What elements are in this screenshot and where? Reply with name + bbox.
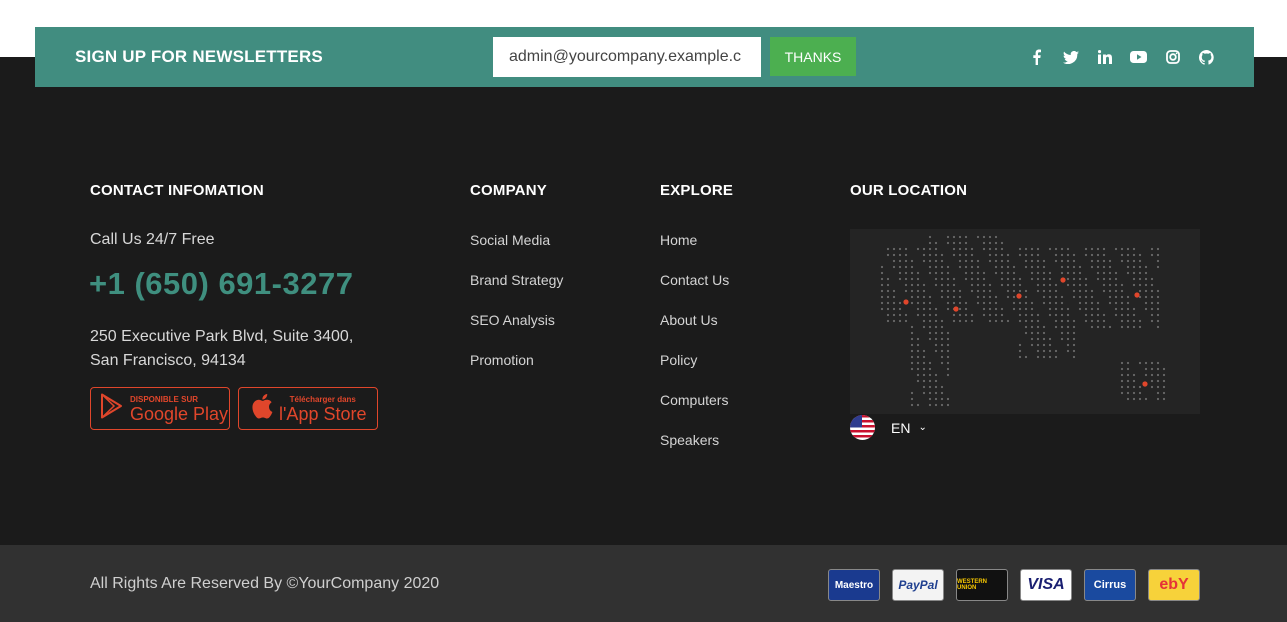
newsletter-title: SIGN UP FOR NEWSLETTERS (75, 47, 323, 66)
location-marker (903, 299, 909, 305)
company-link[interactable]: Brand Strategy (470, 272, 563, 312)
linkedin-icon[interactable] (1095, 48, 1114, 67)
language-label: EN (891, 419, 911, 436)
company-link[interactable]: Promotion (470, 352, 563, 392)
us-flag-icon (850, 415, 875, 440)
payment-label: PayPal (898, 578, 938, 592)
payment-label: Cirrus (1093, 579, 1127, 591)
explore-link[interactable]: Computers (660, 392, 729, 432)
newsletter-bar: SIGN UP FOR NEWSLETTERS THANKS (35, 27, 1254, 87)
phone-number[interactable]: +1 (650) 691-3277 (89, 266, 353, 302)
explore-link[interactable]: Home (660, 232, 729, 272)
company-links: Social Media Brand Strategy SEO Analysis… (470, 232, 563, 392)
instagram-icon[interactable] (1163, 48, 1182, 67)
payment-label: ebY (1159, 576, 1189, 593)
language-selector[interactable]: EN ⌄ (850, 415, 927, 440)
location-marker (1060, 277, 1066, 283)
cirrus-card-icon: Cirrus (1084, 569, 1136, 601)
payment-label: Maestro (834, 579, 874, 591)
explore-link[interactable]: Speakers (660, 432, 729, 472)
address-line-2: San Francisco, 94134 (90, 352, 246, 369)
western-union-icon: WESTERN UNION (956, 569, 1008, 601)
app-store-button[interactable]: Télécharger dans l'App Store (238, 387, 378, 430)
google-play-button[interactable]: DISPONIBLE SUR Google Play (90, 387, 230, 430)
facebook-icon[interactable] (1027, 48, 1046, 67)
google-play-small-text: DISPONIBLE SUR (130, 394, 199, 404)
explore-link[interactable]: About Us (660, 312, 729, 352)
explore-links: Home Contact Us About Us Policy Computer… (660, 232, 729, 472)
explore-link[interactable]: Contact Us (660, 272, 729, 312)
company-link[interactable]: Social Media (470, 232, 563, 272)
google-play-big-text: Google Play (130, 403, 229, 424)
payment-label: WESTERN UNION (957, 579, 987, 591)
google-play-icon (100, 393, 124, 424)
copyright-text: All Rights Are Reserved By ©YourCompany … (90, 575, 440, 592)
world-map (850, 229, 1200, 414)
call-label: Call Us 24/7 Free (90, 231, 215, 248)
address: 250 Executive Park Blvd, Suite 3400, San… (90, 325, 353, 373)
location-heading: OUR LOCATION (850, 182, 968, 199)
app-store-big-text: l'App Store (279, 403, 367, 424)
location-marker (1142, 381, 1148, 387)
maestro-card-icon: Maestro (828, 569, 880, 601)
explore-link[interactable]: Policy (660, 352, 729, 392)
app-store-small-text: Télécharger dans (289, 394, 356, 404)
contact-heading: CONTACT INFOMATION (90, 182, 264, 199)
company-link[interactable]: SEO Analysis (470, 312, 563, 352)
youtube-icon[interactable] (1129, 48, 1148, 67)
payment-methods: Maestro PayPal WESTERN UNION VISA Cirrus… (828, 569, 1200, 601)
location-marker (1016, 293, 1022, 299)
social-links (1027, 27, 1216, 87)
explore-heading: EXPLORE (660, 182, 734, 199)
newsletter-submit-button[interactable]: THANKS (770, 37, 856, 76)
ebay-icon: ebY (1148, 569, 1200, 601)
location-marker (953, 306, 959, 312)
location-marker (1134, 292, 1140, 298)
address-line-1: 250 Executive Park Blvd, Suite 3400, (90, 328, 354, 345)
company-heading: COMPANY (470, 182, 547, 199)
github-icon[interactable] (1197, 48, 1216, 67)
twitter-icon[interactable] (1061, 48, 1080, 67)
paypal-icon: PayPal (892, 569, 944, 601)
visa-card-icon: VISA (1020, 569, 1072, 601)
apple-icon (251, 393, 273, 424)
newsletter-email-input[interactable] (493, 37, 761, 77)
payment-label: VISA (1027, 576, 1065, 593)
chevron-down-icon: ⌄ (918, 422, 927, 433)
